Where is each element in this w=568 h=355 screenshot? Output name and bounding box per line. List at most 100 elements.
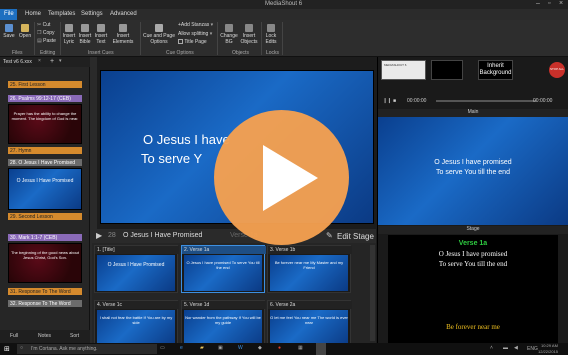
checkbox[interactable] xyxy=(178,39,183,45)
slide-tile[interactable]: 1. [Title] O Jesus I Have Promised xyxy=(94,245,179,293)
document-tab[interactable]: Test v6 6.xxx xyxy=(3,59,32,65)
file-explorer-icon[interactable]: ▰ xyxy=(200,345,204,351)
slide-header: 4. Verse 1c xyxy=(95,301,179,309)
cue-item[interactable]: 28. O Jesus I Have Promised xyxy=(8,159,82,166)
logo-thumbnail[interactable]: MEDIASHOUT 6 xyxy=(381,60,426,80)
slide-tile[interactable]: 4. Verse 1c I shall not fear the battle … xyxy=(94,300,179,348)
open-button[interactable]: Open xyxy=(18,24,32,39)
group-label-editing: Editing xyxy=(40,50,56,56)
change-bg-button[interactable]: Change BG xyxy=(220,24,238,45)
cortana-placeholder: I'm Cortana. Ask me anything. xyxy=(31,346,98,352)
menu-home[interactable]: Home xyxy=(25,11,41,17)
document-tab-bar: Test v6 6.xxx × + ▾ xyxy=(0,57,90,67)
clock-date[interactable]: 12/22/2015 xyxy=(538,349,558,354)
menu-templates[interactable]: Templates xyxy=(48,11,75,17)
pause-icon[interactable]: ❙❙ xyxy=(383,98,391,104)
inherit-background-button[interactable]: Inherit Background xyxy=(478,60,513,80)
mediashout-taskbar-icon[interactable] xyxy=(316,343,326,355)
close-icon[interactable]: × xyxy=(559,0,563,7)
edge-icon[interactable]: e xyxy=(180,345,183,351)
slide-tile[interactable]: 3. Verse 1b Be forever near me My Master… xyxy=(267,245,352,293)
cue-thumbnail[interactable]: O Jesus I Have Promised xyxy=(8,168,82,210)
tab-full[interactable]: Full xyxy=(10,333,18,339)
app-icon[interactable]: ▦ xyxy=(298,345,303,351)
edit-stage-button[interactable]: Edit Stage xyxy=(337,232,374,241)
cue-thumbnail[interactable]: Prayer has the ability to change the mom… xyxy=(8,104,82,144)
stage-line-2: To serve You till the end xyxy=(438,260,508,268)
paste-button[interactable]: ▤ Paste xyxy=(37,38,56,44)
stop-all-button[interactable]: STOP ALL xyxy=(549,62,565,78)
cue-title-bar: ▶ 28 O Jesus I Have Promised Verse 1a ✎ … xyxy=(92,229,376,243)
microphone-icon: ○ xyxy=(20,345,24,351)
menu-settings[interactable]: Settings xyxy=(81,11,103,17)
slide-tile[interactable]: 6. Verse 2a O let me feel You near me Th… xyxy=(267,300,352,348)
black-screen-button[interactable] xyxy=(431,60,463,80)
insert-elements-button[interactable]: Insert Elements xyxy=(110,24,136,45)
menu-file[interactable]: File xyxy=(0,9,17,20)
app-title: MediaShout 6 xyxy=(265,1,303,7)
clock-time[interactable]: 10:29 AM xyxy=(541,343,558,348)
allow-splitting-toggle[interactable]: Allow splitting ▾ xyxy=(178,31,212,37)
cue-title: O Jesus I Have Promised xyxy=(123,232,203,239)
insert-objects-button[interactable]: Insert Objects xyxy=(240,24,258,45)
main-output-label: Main xyxy=(378,109,568,117)
cue-section[interactable]: 31. Response To The Word xyxy=(8,288,82,295)
cue-page-options-button[interactable]: Cue and Page Options xyxy=(143,24,175,45)
divider xyxy=(140,22,141,55)
store-icon[interactable]: ▣ xyxy=(218,345,223,351)
windows-start-icon[interactable]: ⊞ xyxy=(4,345,10,353)
tab-sort[interactable]: Sort xyxy=(70,333,79,339)
group-label-cue-options: Cue Options xyxy=(166,50,194,56)
divider xyxy=(261,22,262,55)
network-icon[interactable]: ▬ xyxy=(503,345,508,351)
cue-item[interactable]: 30. Mark 1:1-7 (CEB) xyxy=(8,234,82,241)
system-tray-arrow-icon[interactable]: ˄ xyxy=(490,345,493,351)
add-stanzas-button[interactable]: +Add Stanzas ▾ xyxy=(178,22,213,28)
word-icon[interactable]: W xyxy=(238,345,243,351)
slide-body: O let me feel You near me The world is e… xyxy=(270,310,348,346)
slide-tile[interactable]: 2. Verse 1a O Jesus I have promised To s… xyxy=(181,245,266,293)
elements-icon xyxy=(119,24,127,32)
slide-body: Nor wander from the pathway If You will … xyxy=(184,310,262,346)
copy-button[interactable]: ❐ Copy xyxy=(37,30,55,36)
lock-edits-button[interactable]: Lock Edits xyxy=(263,24,279,45)
insert-text-button[interactable]: Insert Text xyxy=(94,24,108,45)
maximize-icon[interactable]: ▫ xyxy=(548,0,550,7)
stop-icon[interactable]: ■ xyxy=(393,98,396,104)
background-icon xyxy=(225,24,233,32)
cue-section[interactable]: 29. Second Lesson xyxy=(8,213,82,220)
insert-lyric-button[interactable]: Insert Lyric xyxy=(62,24,76,45)
slide-body: O Jesus I Have Promised xyxy=(97,255,175,291)
cut-button[interactable]: ✂ Cut xyxy=(37,22,50,28)
add-tab-icon[interactable]: + xyxy=(50,58,54,65)
minimize-icon[interactable]: – xyxy=(536,0,540,7)
menu-advanced[interactable]: Advanced xyxy=(110,11,137,17)
cue-item[interactable]: 32. Response To The Word xyxy=(8,300,82,307)
cue-section[interactable]: 25. First Lesson xyxy=(8,81,82,88)
time-elapsed: 00:00:00 xyxy=(407,98,427,104)
save-button[interactable]: Save xyxy=(3,24,15,39)
app-icon[interactable]: ● xyxy=(278,345,281,351)
main-line-2: To serve You till the end xyxy=(436,169,510,176)
volume-icon[interactable]: ◀ xyxy=(514,345,518,351)
preview-line-2: To serve Y xyxy=(141,151,203,166)
slide-grid-scrollbar[interactable] xyxy=(370,245,375,341)
cortana-search-box[interactable]: ○ I'm Cortana. Ask me anything. xyxy=(17,344,157,354)
cue-section[interactable]: 27. Hymn xyxy=(8,147,82,154)
dropdown-arrow-icon[interactable]: ▾ xyxy=(59,58,62,64)
slide-tile[interactable]: 5. Verse 1d Nor wander from the pathway … xyxy=(181,300,266,348)
insert-bible-button[interactable]: Insert Bible xyxy=(78,24,92,45)
cue-thumbnail[interactable]: The beginning of the good news about Jes… xyxy=(8,243,82,283)
media-progress-bar[interactable] xyxy=(436,100,536,102)
title-page-toggle[interactable]: Title Page xyxy=(178,39,207,45)
task-view-icon[interactable]: ▭ xyxy=(160,345,165,351)
ribbon: Save Open ✂ Cut ❐ Copy ▤ Paste Insert Ly… xyxy=(0,20,568,57)
play-icon[interactable]: ▶ xyxy=(96,231,102,240)
cue-item[interactable]: 26. Psalms 99:12-17 (CEB) xyxy=(8,95,82,102)
text-icon xyxy=(97,24,105,32)
music-note-icon xyxy=(65,24,73,32)
language-indicator[interactable]: ENG xyxy=(527,346,538,352)
tab-notes[interactable]: Notes xyxy=(38,333,51,339)
close-tab-icon[interactable]: × xyxy=(38,58,41,64)
app-icon[interactable]: ◆ xyxy=(258,345,262,351)
